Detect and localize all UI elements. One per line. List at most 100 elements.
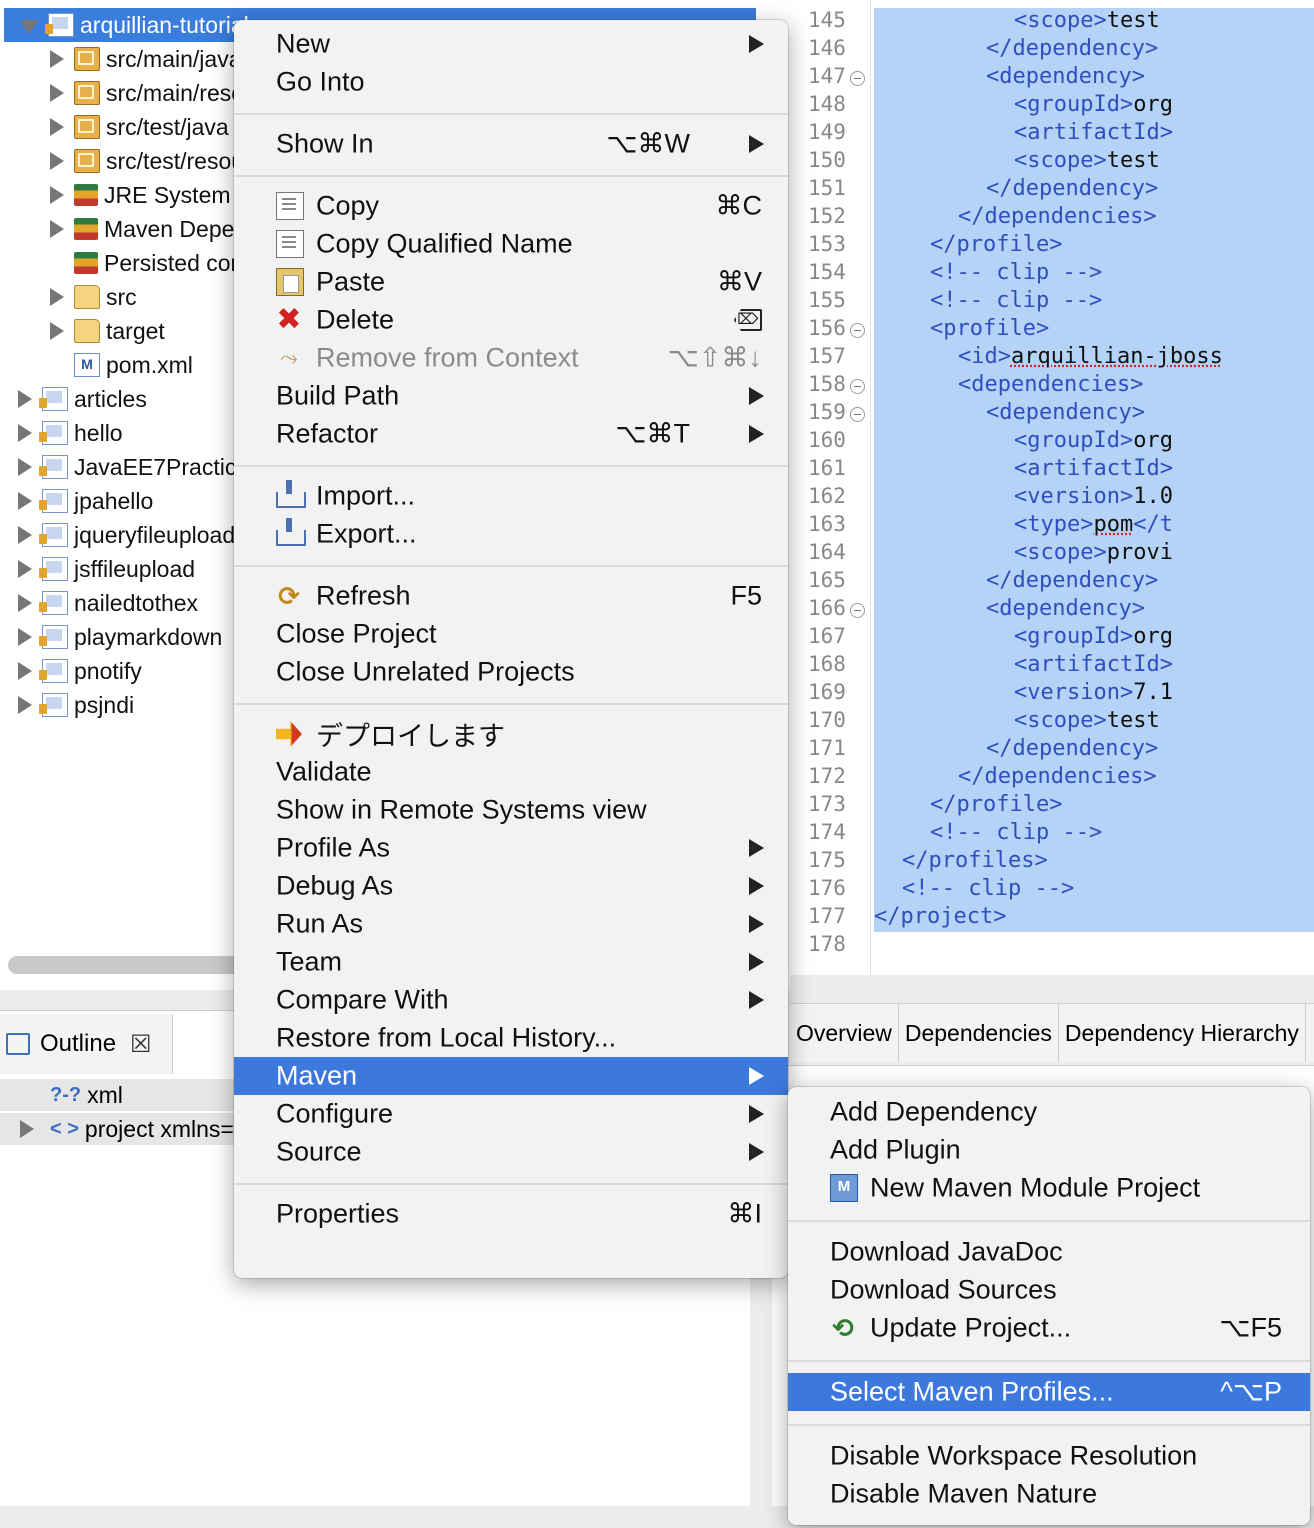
line-number: 163: [808, 512, 846, 536]
collapsed-chevron-icon[interactable]: [18, 662, 32, 680]
tree-item[interactable]: jqueryfileupload: [18, 518, 235, 552]
menu-item-profile-as[interactable]: Profile As: [234, 829, 788, 867]
code-line: <artifactId>: [1014, 120, 1173, 145]
collapsed-chevron-icon[interactable]: [18, 458, 32, 476]
tree-item[interactable]: src/test/java: [50, 110, 229, 144]
menu-item-build-path[interactable]: Build Path: [234, 377, 788, 415]
collapsed-chevron-icon[interactable]: [18, 492, 32, 510]
menu-item-refresh[interactable]: ⟳ Refresh F5: [234, 577, 788, 615]
menu-item-disable-workspace-resolution[interactable]: Disable Workspace Resolution: [788, 1437, 1310, 1475]
xml-tag: <scope>: [1014, 540, 1107, 565]
menu-item-import[interactable]: Import...: [234, 477, 788, 515]
collapsed-chevron-icon[interactable]: [18, 390, 32, 408]
collapsed-chevron-icon[interactable]: [50, 220, 64, 238]
menu-item-maven[interactable]: Maven: [234, 1057, 788, 1095]
tree-item[interactable]: src: [50, 280, 137, 314]
close-icon[interactable]: ☒: [130, 1030, 152, 1059]
collapsed-chevron-icon[interactable]: [50, 152, 64, 170]
collapsed-chevron-icon[interactable]: [18, 560, 32, 578]
menu-item-label: Go Into: [276, 66, 365, 97]
menu-item-export[interactable]: Export...: [234, 515, 788, 553]
xml-tag: </dependency>: [986, 176, 1159, 201]
menu-item-download-sources[interactable]: Download Sources: [788, 1271, 1310, 1309]
submenu-arrow-icon: [749, 1143, 764, 1161]
line-number: 151: [808, 176, 846, 200]
menu-item-select-maven-profiles[interactable]: Select Maven Profiles... ^⌥P: [788, 1373, 1310, 1411]
collapsed-chevron-icon[interactable]: [50, 84, 64, 102]
menu-item-validate[interactable]: Validate: [234, 753, 788, 791]
xml-tag: </dependency>: [986, 36, 1159, 61]
tree-item[interactable]: src/main/java: [50, 42, 241, 76]
tree-item[interactable]: hello: [18, 416, 123, 450]
menu-item-close-unrelated-projects[interactable]: Close Unrelated Projects: [234, 653, 788, 691]
tab-outline[interactable]: Outline ☒: [0, 1014, 173, 1074]
tab-dependency-hierarchy[interactable]: Dependency Hierarchy: [1059, 1004, 1306, 1062]
code-line: <!-- clip -->: [930, 820, 1102, 845]
menu-item-go-into[interactable]: Go Into: [234, 63, 788, 101]
collapsed-chevron-icon[interactable]: [50, 118, 64, 136]
tree-item[interactable]: playmarkdown: [18, 620, 222, 654]
tree-item[interactable]: Mpom.xml: [50, 348, 193, 382]
collapsed-chevron-icon[interactable]: [50, 288, 64, 306]
menu-item-run-as[interactable]: Run As: [234, 905, 788, 943]
menu-item-download-javadoc[interactable]: Download JavaDoc: [788, 1233, 1310, 1271]
tree-item[interactable]: psjndi: [18, 688, 134, 722]
menu-item-disable-maven-nature[interactable]: Disable Maven Nature: [788, 1475, 1310, 1513]
tree-item[interactable]: pnotify: [18, 654, 142, 688]
menu-item-copy[interactable]: Copy ⌘C: [234, 187, 788, 225]
collapsed-chevron-icon[interactable]: [18, 696, 32, 714]
menu-item-delete[interactable]: ✖ Delete ⌦: [234, 301, 788, 339]
fold-toggle-icon[interactable]: [850, 603, 865, 618]
menu-item-label: Update Project...: [870, 1312, 1072, 1343]
xml-tag: <!-- clip -->: [902, 876, 1075, 901]
xml-tag: <!-- clip -->: [930, 260, 1103, 285]
tree-item[interactable]: jpahello: [18, 484, 153, 518]
menu-item-add-dependency[interactable]: Add Dependency: [788, 1093, 1310, 1131]
menu-item-deploy[interactable]: デプロイします: [234, 715, 788, 753]
tree-item[interactable]: nailedtothex: [18, 586, 198, 620]
menu-item-copy-qualified-name[interactable]: Copy Qualified Name: [234, 225, 788, 263]
menu-item-update-project[interactable]: ⟲ Update Project... ⌥F5: [788, 1309, 1310, 1347]
collapsed-chevron-icon[interactable]: [50, 322, 64, 340]
menu-item-compare-with[interactable]: Compare With: [234, 981, 788, 1019]
menu-item-add-plugin[interactable]: Add Plugin: [788, 1131, 1310, 1169]
menu-separator: [234, 465, 788, 467]
code-line: <version>1.0: [1014, 484, 1173, 509]
tree-item[interactable]: articles: [18, 382, 147, 416]
menu-item-properties[interactable]: Properties ⌘I: [234, 1195, 788, 1233]
menu-item-source[interactable]: Source: [234, 1133, 788, 1171]
tree-item[interactable]: jsffileupload: [18, 552, 195, 586]
tree-item[interactable]: JavaEE7Practice: [18, 450, 249, 484]
expanded-chevron-icon[interactable]: [20, 20, 38, 34]
menu-item-new-maven-module-project[interactable]: M New Maven Module Project: [788, 1169, 1310, 1207]
menu-item-close-project[interactable]: Close Project: [234, 615, 788, 653]
xml-editor[interactable]: 145 146 147 148 149 150 151 152 153 154 155 156 157 1…: [790, 0, 1314, 975]
menu-separator: [234, 175, 788, 177]
fold-toggle-icon[interactable]: [850, 323, 865, 338]
collapsed-chevron-icon[interactable]: [50, 186, 64, 204]
menu-item-team[interactable]: Team: [234, 943, 788, 981]
menu-item-refactor[interactable]: Refactor ⌥⌘T: [234, 415, 788, 453]
fold-toggle-icon[interactable]: [850, 379, 865, 394]
tab-dependencies[interactable]: Dependencies: [899, 1004, 1059, 1062]
menu-item-restore-from-local-history[interactable]: Restore from Local History...: [234, 1019, 788, 1057]
collapsed-chevron-icon[interactable]: [50, 50, 64, 68]
collapsed-chevron-icon[interactable]: [18, 424, 32, 442]
fold-toggle-icon[interactable]: [850, 71, 865, 86]
code-line: <dependency>: [986, 64, 1145, 89]
menu-item-configure[interactable]: Configure: [234, 1095, 788, 1133]
project-icon: [39, 693, 68, 717]
menu-item-paste[interactable]: Paste ⌘V: [234, 263, 788, 301]
line-number: 148: [808, 92, 846, 116]
fold-toggle-icon[interactable]: [850, 407, 865, 422]
tree-item[interactable]: target: [50, 314, 165, 348]
collapsed-chevron-icon[interactable]: [18, 594, 32, 612]
collapsed-chevron-icon[interactable]: [18, 628, 32, 646]
tab-overview[interactable]: Overview: [790, 1004, 899, 1062]
menu-item-show-in-remote-systems-view[interactable]: Show in Remote Systems view: [234, 791, 788, 829]
menu-item-show-in[interactable]: Show In ⌥⌘W: [234, 125, 788, 163]
menu-item-debug-as[interactable]: Debug As: [234, 867, 788, 905]
collapsed-chevron-icon[interactable]: [20, 1120, 34, 1138]
menu-item-new[interactable]: New: [234, 25, 788, 63]
collapsed-chevron-icon[interactable]: [18, 526, 32, 544]
